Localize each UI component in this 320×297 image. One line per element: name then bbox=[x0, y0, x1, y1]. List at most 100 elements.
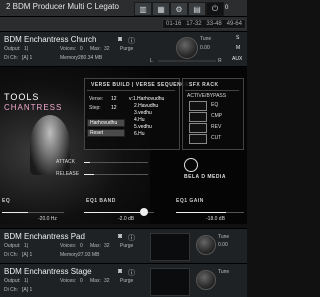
instrument-stage-name[interactable]: BDM Enchantress Stage bbox=[4, 267, 92, 276]
browser-icon[interactable]: ▥ bbox=[134, 2, 152, 16]
attack-slider[interactable] bbox=[84, 162, 148, 163]
tune-value: 0.00 bbox=[200, 45, 210, 51]
voices-value: 0 bbox=[80, 243, 83, 249]
cut-label: CUT bbox=[211, 135, 222, 141]
sequence-item-2[interactable]: 2.Havudhu bbox=[134, 103, 158, 109]
eq-band-value: -2.0 dB bbox=[118, 216, 135, 222]
singer-portrait bbox=[30, 115, 70, 175]
keyboard-icon[interactable]: ▤ bbox=[188, 2, 206, 16]
instrument-name[interactable]: BDM Enchantress Church bbox=[4, 35, 96, 44]
output-value[interactable]: 1| bbox=[24, 243, 28, 249]
rev-toggle[interactable] bbox=[189, 123, 207, 133]
brand-subtitle: CHANTRESS bbox=[4, 103, 63, 112]
fx-header: SFX RACK bbox=[189, 82, 219, 88]
sequence-item-1[interactable]: v:1.Harhovudhu bbox=[129, 96, 164, 102]
cut-toggle[interactable] bbox=[189, 134, 207, 144]
rack-view-icon[interactable]: ▦ bbox=[152, 2, 170, 16]
settings-gear-icon[interactable]: ⚙ bbox=[170, 2, 188, 16]
eq-band-label: EQ1 BAND bbox=[86, 198, 116, 204]
voices-value: 0 bbox=[80, 278, 83, 284]
midi-channel-value[interactable]: [A] 1 bbox=[22, 252, 32, 258]
purge-button[interactable]: Purge bbox=[120, 278, 133, 284]
memory-label: Memory: bbox=[60, 252, 80, 258]
voices-label: Voices: bbox=[60, 46, 77, 52]
max-value[interactable]: 32 bbox=[104, 278, 110, 284]
cmp-toggle[interactable] bbox=[189, 112, 207, 122]
midi-channel-label: Di Ch: bbox=[4, 252, 18, 258]
pan-meter bbox=[158, 60, 216, 62]
midi-channel-value[interactable]: [A] 1 bbox=[22, 55, 32, 61]
sequence-item-4[interactable]: 4.Hu bbox=[134, 117, 145, 123]
instrument-pad-name[interactable]: BDM Enchantress Pad bbox=[4, 232, 85, 241]
eq-label: EQ bbox=[211, 102, 219, 108]
purge-button[interactable]: Purge bbox=[120, 46, 133, 52]
eq-band-fill bbox=[84, 212, 140, 213]
memory-value: 27.93 MB bbox=[78, 252, 100, 258]
reset-button[interactable]: Reset bbox=[87, 129, 125, 137]
attack-label: ATTACK bbox=[56, 159, 75, 165]
info-icon[interactable]: ⓘ bbox=[128, 268, 135, 278]
pad-thumbnail bbox=[150, 233, 190, 261]
camera-icon[interactable]: ◙ bbox=[118, 36, 122, 43]
max-label: Max: bbox=[90, 278, 101, 284]
verse-label: Verse: bbox=[89, 96, 104, 102]
voices-label: Voices: bbox=[60, 243, 77, 249]
logo-text: BELA D MEDIA bbox=[184, 174, 226, 180]
tune-knob[interactable] bbox=[176, 37, 198, 59]
release-label: RELEASE bbox=[56, 171, 80, 177]
camera-icon[interactable]: ◙ bbox=[118, 233, 122, 240]
info-icon[interactable]: ⓘ bbox=[128, 233, 135, 243]
eq-gain-value: -18.0 dB bbox=[206, 216, 225, 222]
output-label: Output: bbox=[4, 278, 21, 284]
output-value[interactable]: 1| bbox=[24, 278, 28, 284]
eq-freq-label: EQ bbox=[2, 198, 11, 204]
output-label: Output: bbox=[4, 46, 21, 52]
range-33-48[interactable]: 33-48 bbox=[206, 21, 221, 27]
cmp-label: CMP bbox=[211, 113, 223, 119]
tune-knob[interactable] bbox=[196, 235, 216, 255]
verse-sequence-panel: VERSE BUILD | VERSE SEQUENCE Verse: 12 S… bbox=[84, 78, 189, 150]
multi-channel-ranges: 01-16 17-32 33-48 49-64 bbox=[162, 19, 246, 29]
range-01-16[interactable]: 01-16 bbox=[166, 21, 181, 27]
info-icon[interactable]: ⓘ bbox=[128, 36, 135, 46]
memory-value: 280.34 MB bbox=[78, 55, 103, 61]
brand-title: TOOLS bbox=[4, 92, 40, 102]
step-label: Step: bbox=[89, 105, 101, 111]
sequence-item-6[interactable]: 6.Hu bbox=[134, 131, 145, 137]
range-17-32[interactable]: 17-32 bbox=[186, 21, 201, 27]
midi-channel-value[interactable]: [A] 1 bbox=[22, 287, 32, 293]
tune-label: Tune bbox=[218, 269, 230, 275]
fx-subheader: ACTIVE/BYPASS bbox=[187, 93, 227, 99]
max-label: Max: bbox=[90, 46, 101, 52]
solo-button[interactable]: S bbox=[236, 35, 239, 41]
tune-value: 0.00 bbox=[218, 242, 228, 248]
multi-title[interactable]: 2 BDM Producer Multi C Legato bbox=[6, 2, 119, 11]
camera-icon[interactable]: ◙ bbox=[118, 268, 122, 275]
attack-slider-fill bbox=[84, 162, 90, 163]
eq-freq-value: -20.0 Hz bbox=[38, 216, 57, 222]
output-label: Output: bbox=[4, 243, 21, 249]
aux-button[interactable]: AUX bbox=[232, 56, 242, 62]
eq-gain-label: EQ1 GAIN bbox=[176, 198, 204, 204]
purge-button[interactable]: Purge bbox=[120, 243, 133, 249]
verse-value[interactable]: 12 bbox=[111, 96, 117, 102]
disk-meter: 0 bbox=[225, 3, 228, 13]
fx-rack-panel: SFX RACK ACTIVE/BYPASS EQ CMP REV CUT bbox=[182, 78, 244, 150]
mute-button[interactable]: M bbox=[236, 45, 240, 51]
verse-header: VERSE BUILD | VERSE SEQUENCE bbox=[91, 82, 190, 88]
eq-band-handle[interactable] bbox=[140, 208, 148, 216]
options-icon[interactable]: ⏻ bbox=[206, 2, 224, 16]
syllable-dropdown[interactable]: Harhovudhu bbox=[87, 119, 125, 127]
range-49-64[interactable]: 49-64 bbox=[227, 21, 242, 27]
tune-knob[interactable] bbox=[196, 270, 216, 290]
step-value[interactable]: 12 bbox=[111, 105, 117, 111]
max-value[interactable]: 32 bbox=[104, 243, 110, 249]
eq-toggle[interactable] bbox=[189, 101, 207, 111]
sequence-item-3[interactable]: 3.vedhu bbox=[134, 110, 152, 116]
verse-divider bbox=[87, 90, 175, 91]
tune-label: Tune bbox=[200, 36, 212, 42]
sequence-item-5[interactable]: 5.vedhu bbox=[134, 124, 152, 130]
output-value[interactable]: 1| bbox=[24, 46, 28, 52]
instrument-header-church: BDM Enchantress Church ◙ ⓘ Output: 1| Vo… bbox=[0, 32, 247, 67]
max-value[interactable]: 32 bbox=[104, 46, 110, 52]
